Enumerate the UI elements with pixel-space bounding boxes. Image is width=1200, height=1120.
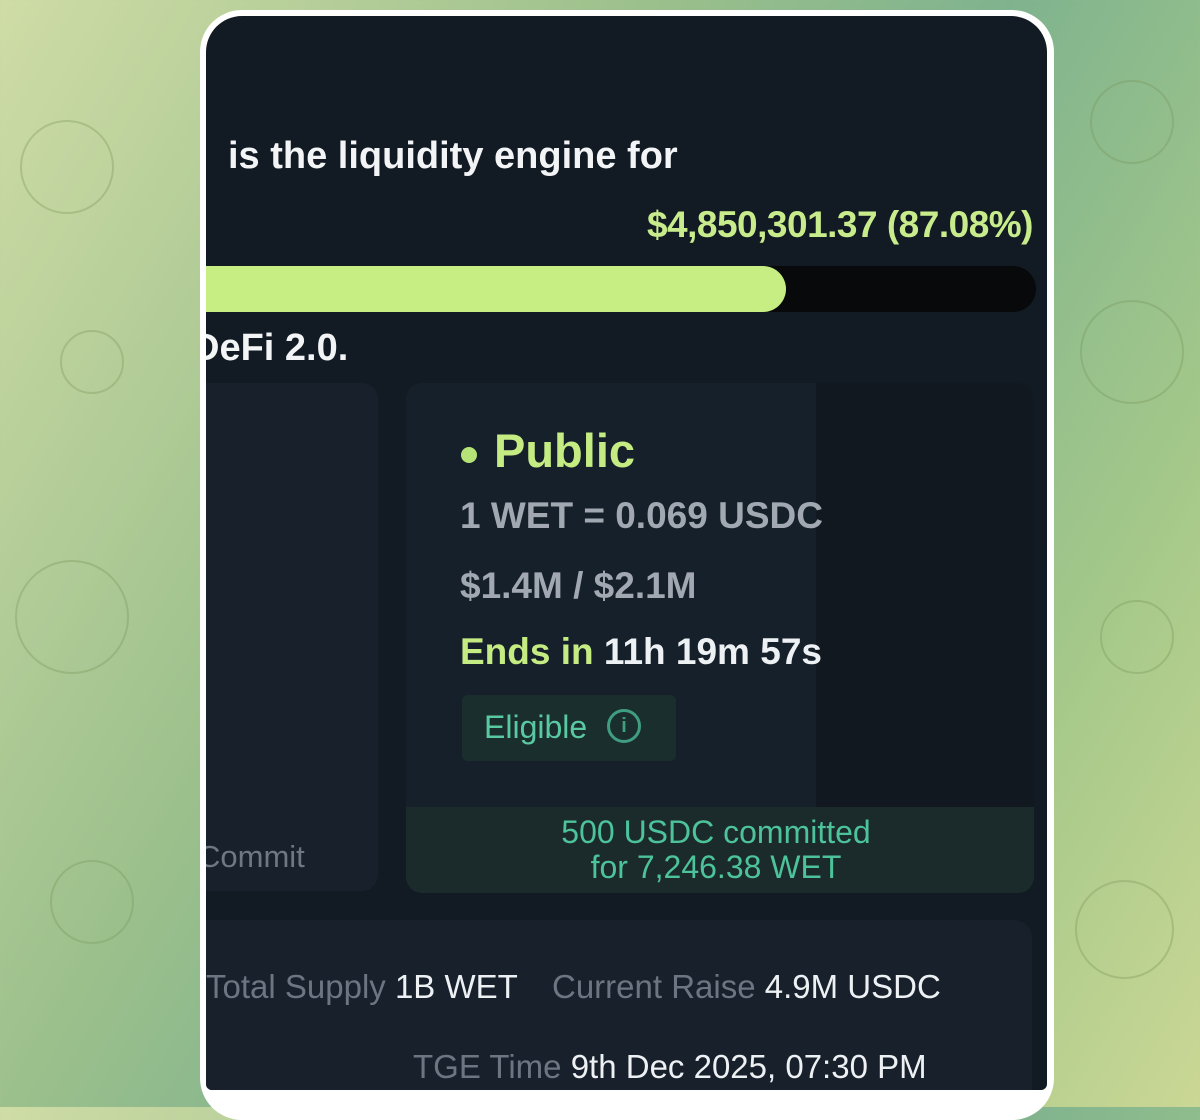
stat-value: 1B WET xyxy=(394,968,518,1005)
raise-progress-amount: $4,850,301.37 (87.08%) xyxy=(646,204,1034,245)
sale-screenshot: is the liquidity engine for DeFi 2.0. $4… xyxy=(206,16,1047,1090)
countdown-time: 11h 19m 57s xyxy=(603,631,822,672)
wallpaper-doodle xyxy=(1075,880,1174,979)
commitment-tokens: for 7,246.38 WET xyxy=(590,849,842,885)
phase-cap: $1.4M / $2.1M xyxy=(460,565,697,606)
wallpaper-doodle xyxy=(1090,80,1174,164)
stat-total-supply: Total Supply 1B WET xyxy=(206,968,518,1006)
status-dot xyxy=(461,447,477,463)
commitment-amount: 500 USDC committed xyxy=(561,814,871,850)
wallpaper-doodle xyxy=(1100,600,1174,674)
stat-tge-time: TGE Time 9th Dec 2025, 07:30 PM xyxy=(413,1048,927,1086)
stat-value: 9th Dec 2025, 07:30 PM xyxy=(570,1048,927,1085)
token-price: 1 WET = 0.069 USDC xyxy=(460,495,823,536)
stat-label: Current Raise xyxy=(552,968,756,1005)
stat-value: 4.9M USDC xyxy=(764,968,941,1005)
commit-label: Commit xyxy=(206,839,305,874)
raise-progress-fill xyxy=(206,266,787,312)
wallpaper-doodle xyxy=(50,860,134,944)
description-line: DeFi 2.0. xyxy=(206,327,349,369)
info-icon[interactable]: i xyxy=(607,709,641,743)
countdown-label: Ends in xyxy=(460,631,594,672)
phase-card-previous[interactable]: Commit xyxy=(206,383,378,891)
wallpaper-doodle xyxy=(20,120,114,214)
phase-title: Public xyxy=(494,424,636,477)
raise-progress-bar xyxy=(206,266,1036,312)
wallpaper-doodle xyxy=(60,330,124,394)
stat-label: Total Supply xyxy=(206,968,386,1005)
sale-stats: Total Supply 1B WET Current Raise 4.9M U… xyxy=(206,920,1032,1090)
countdown: Ends in 11h 19m 57s xyxy=(460,631,822,673)
phase-card-public[interactable]: Public 1 WET = 0.069 USDC $1.4M / $2.1M … xyxy=(406,383,1034,893)
eligibility-text: Eligible xyxy=(484,709,588,745)
message-card: is the liquidity engine for DeFi 2.0. $4… xyxy=(200,10,1054,1120)
eligibility-badge[interactable]: Eligible i xyxy=(462,695,676,761)
description-line: is the liquidity engine for xyxy=(228,135,678,177)
stat-current-raise: Current Raise 4.9M USDC xyxy=(552,968,941,1006)
stat-label: TGE Time xyxy=(413,1048,562,1085)
wallpaper-doodle xyxy=(15,560,129,674)
wallpaper-doodle xyxy=(1080,300,1184,404)
commitment-summary: 500 USDC committed for 7,246.38 WET xyxy=(516,815,916,885)
card-shade xyxy=(816,383,1034,807)
